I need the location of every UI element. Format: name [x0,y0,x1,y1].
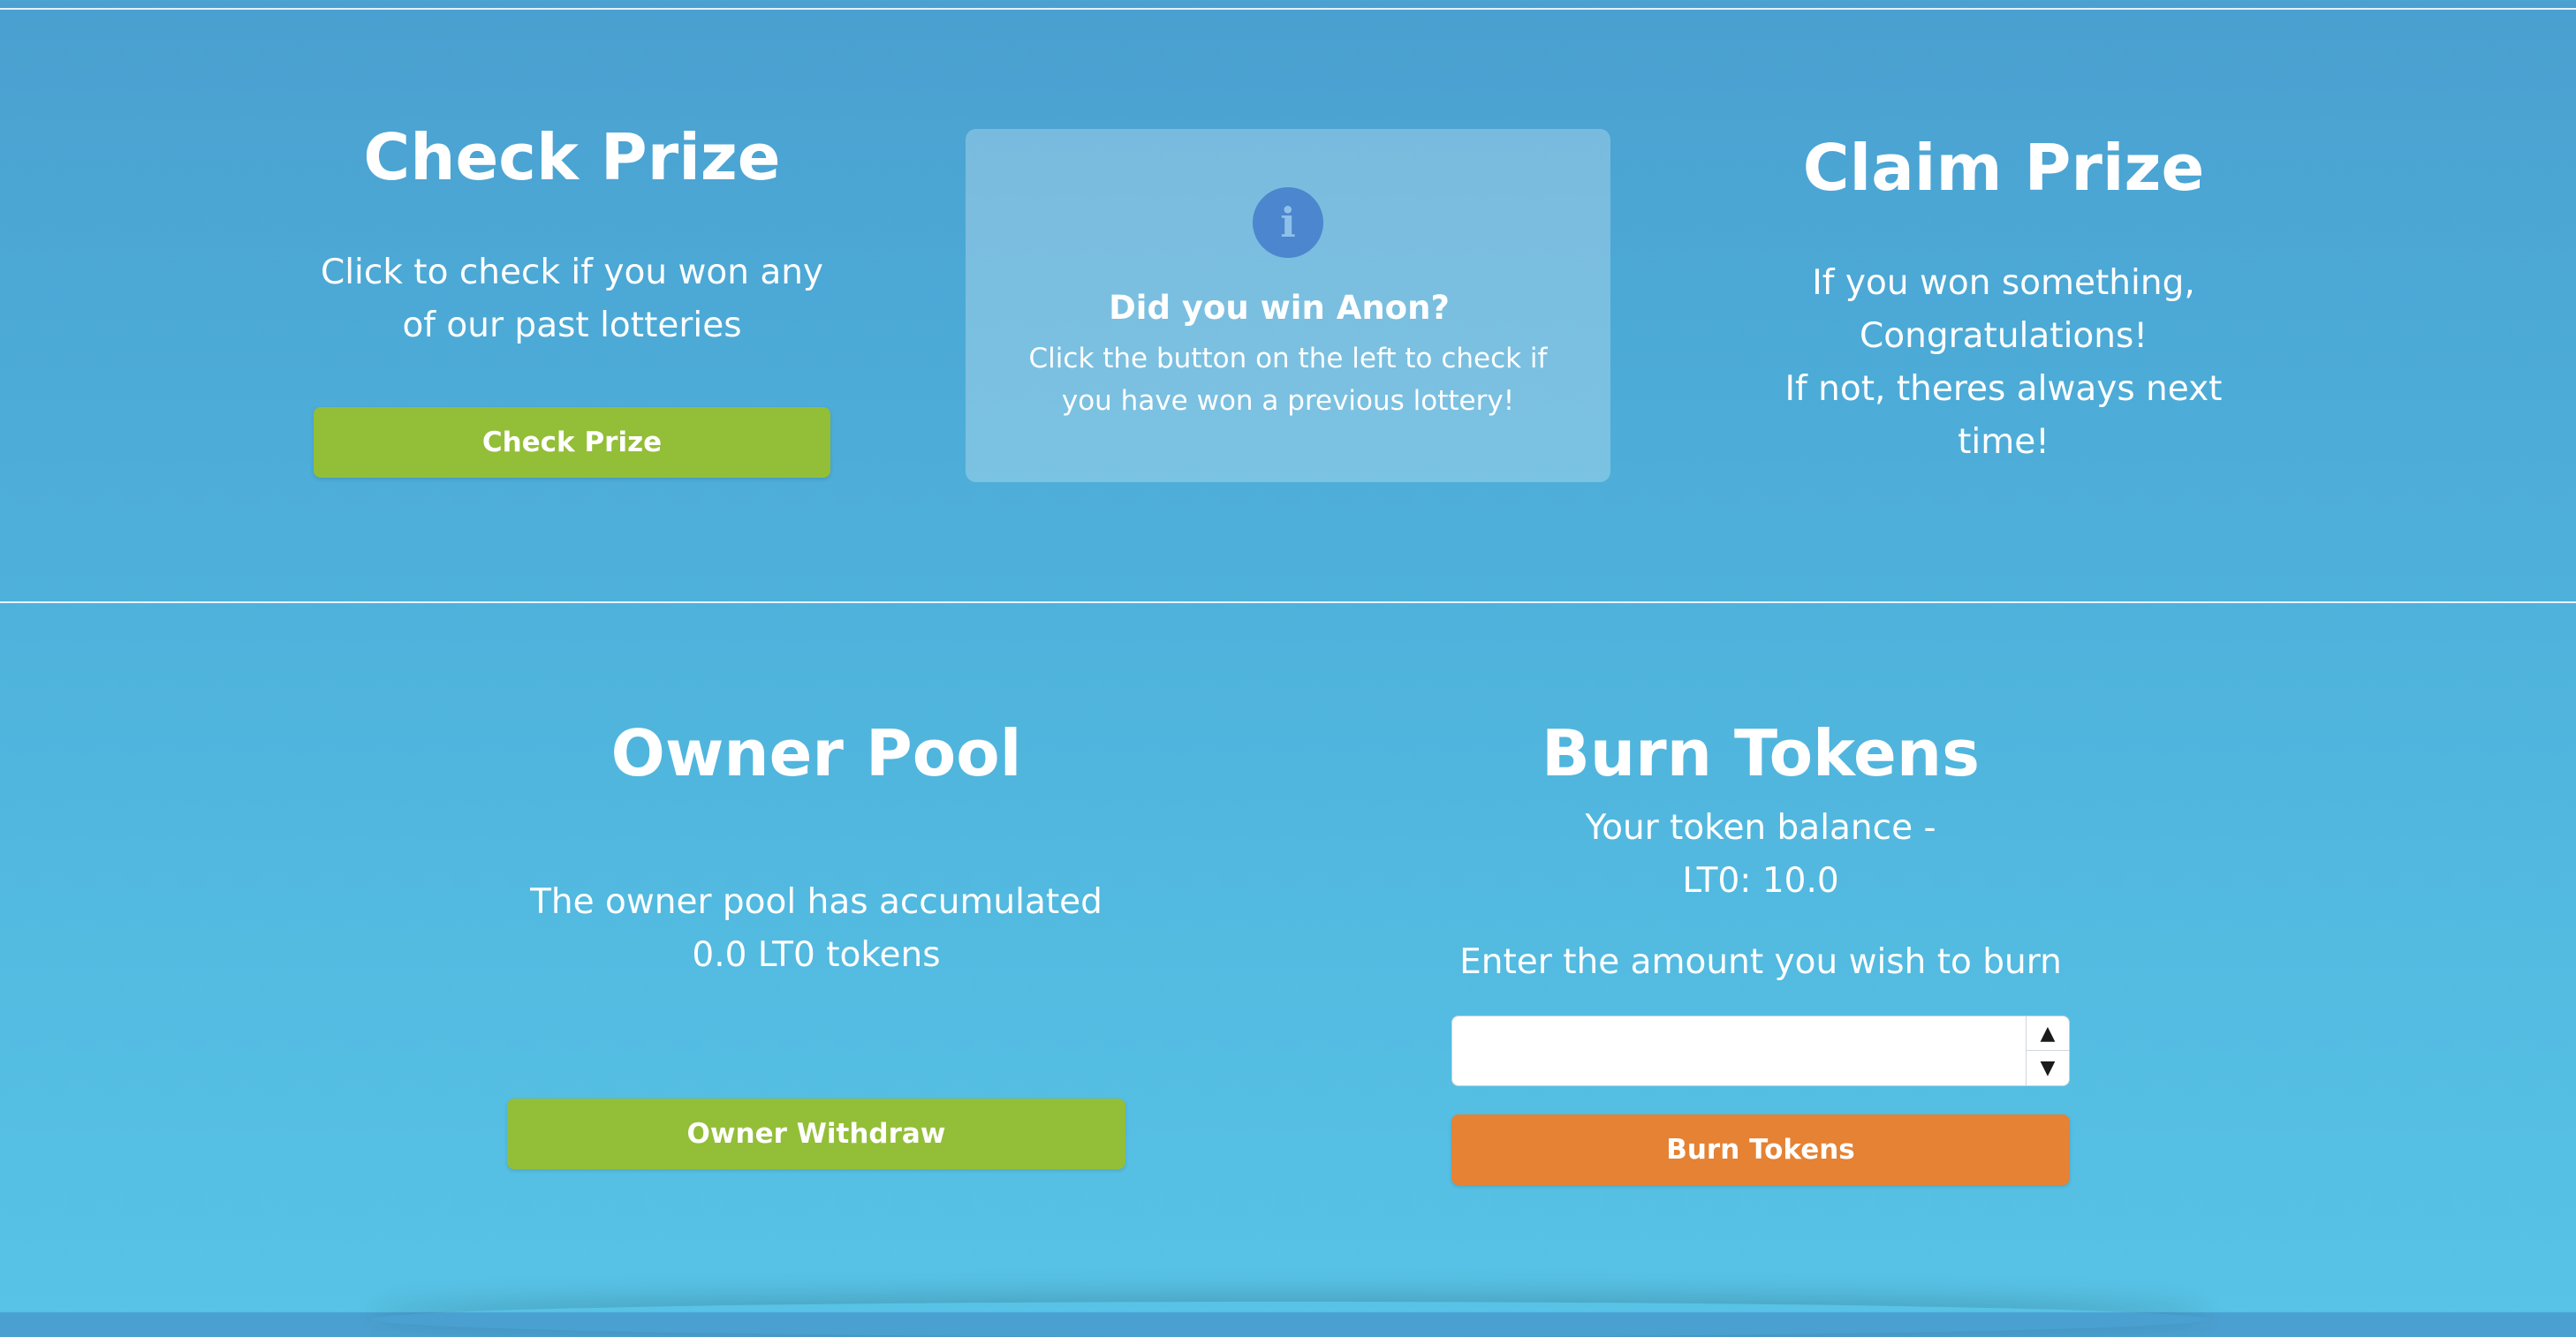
info-icon: i [1253,187,1323,258]
burn-tokens-section: Burn Tokens Your token balance - LT0: 10… [1451,715,2070,1186]
claim-prize-message: If you won something, Congratulations! I… [1739,257,2269,469]
info-card-title: Did you win Anon? [1109,289,1450,327]
owner-pool-heading: Owner Pool [610,716,1022,790]
burn-amount-prompt: Enter the amount you wish to burn [1459,942,2062,983]
token-balance-value: LT0: 10.0 [1682,861,1839,902]
info-card-text: Click the button on the left to check if… [1028,343,1548,417]
claim-prize-line-3: If not, theres always next time! [1784,369,2223,463]
claim-prize-section: Claim Prize If you won something, Congra… [1739,130,2269,469]
stepper-down-icon[interactable]: ▼ [2027,1051,2069,1085]
token-balance: Your token balance - LT0: 10.0 [1451,802,2070,908]
check-prize-description: Click to check if you won any of our pas… [320,253,824,346]
token-balance-label: Your token balance - [1585,808,1936,849]
owner-pool-description: The owner pool has accumulated 0.0 LT0 t… [530,882,1102,976]
owner-withdraw-button[interactable]: Owner Withdraw [507,1099,1125,1170]
info-card: i Did you win Anon? Click the button on … [966,129,1610,482]
claim-prize-line-2: Congratulations! [1860,316,2148,357]
claim-prize-line-1: If you won something, [1812,263,2195,304]
check-prize-section: Check Prize Click to check if you won an… [314,119,830,479]
burn-amount-input[interactable] [1452,1016,2018,1086]
burn-amount-stepper: ▲ ▼ [2026,1016,2069,1086]
bottom-panel-shadow [371,1302,2209,1337]
burn-tokens-button[interactable]: Burn Tokens [1451,1114,2070,1186]
owner-pool-section: Owner Pool The owner pool has accumulate… [507,715,1125,1170]
stepper-up-icon[interactable]: ▲ [2027,1016,2069,1052]
burn-amount-field: ▲ ▼ [1451,1016,2070,1087]
check-prize-heading: Check Prize [363,120,781,194]
top-divider [0,8,2576,10]
check-prize-button[interactable]: Check Prize [314,407,830,479]
section-divider [0,601,2576,603]
claim-prize-heading: Claim Prize [1802,131,2205,205]
burn-tokens-heading: Burn Tokens [1542,716,1980,790]
